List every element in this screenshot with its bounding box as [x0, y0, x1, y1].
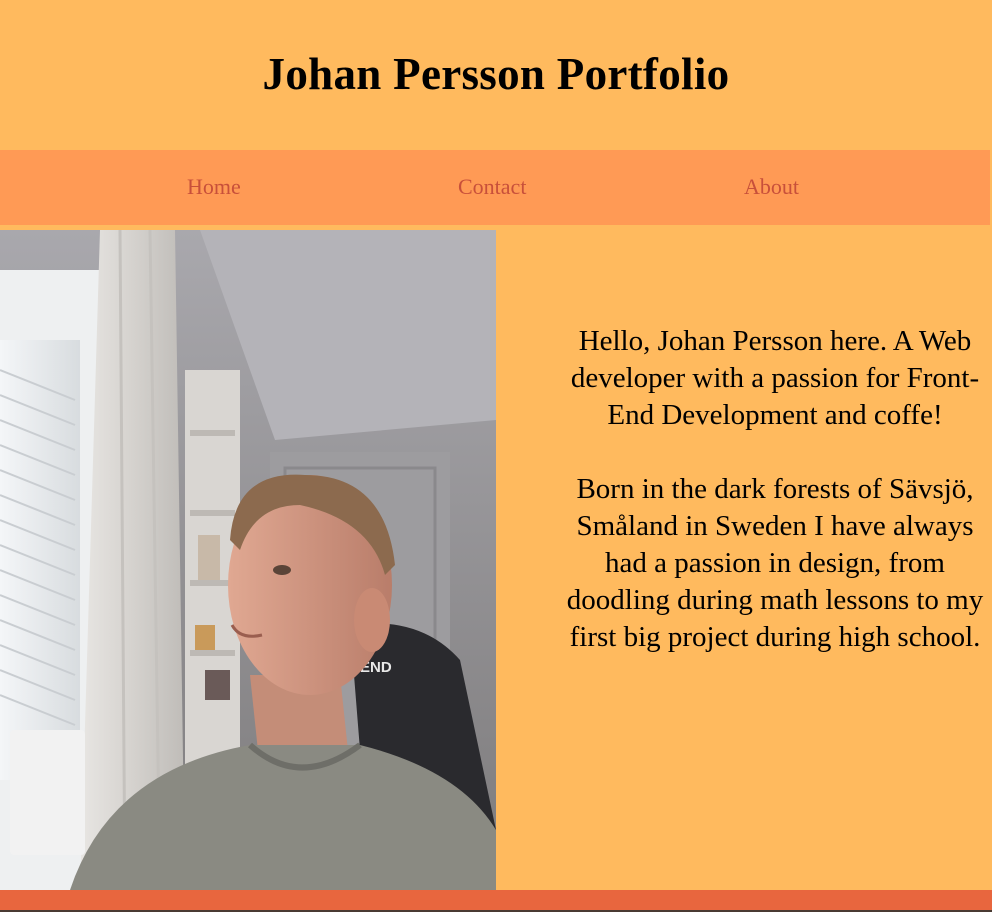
- site-footer: [0, 890, 992, 912]
- nav-link-contact[interactable]: Contact: [458, 174, 526, 200]
- site-header: Johan Persson Portfolio: [0, 0, 992, 150]
- bio-background: Born in the dark forests of Sävsjö, Smål…: [566, 473, 984, 653]
- bio-section: Hello, Johan Persson here. A Web develop…: [558, 323, 992, 656]
- main-nav: Home Contact About: [0, 150, 992, 225]
- bio-intro: Hello, Johan Persson here. A Web develop…: [570, 325, 980, 431]
- page-title: Johan Persson Portfolio: [262, 49, 730, 99]
- nav-link-home[interactable]: Home: [187, 174, 241, 200]
- nav-link-about[interactable]: About: [744, 174, 799, 200]
- profile-photo: END: [0, 230, 496, 890]
